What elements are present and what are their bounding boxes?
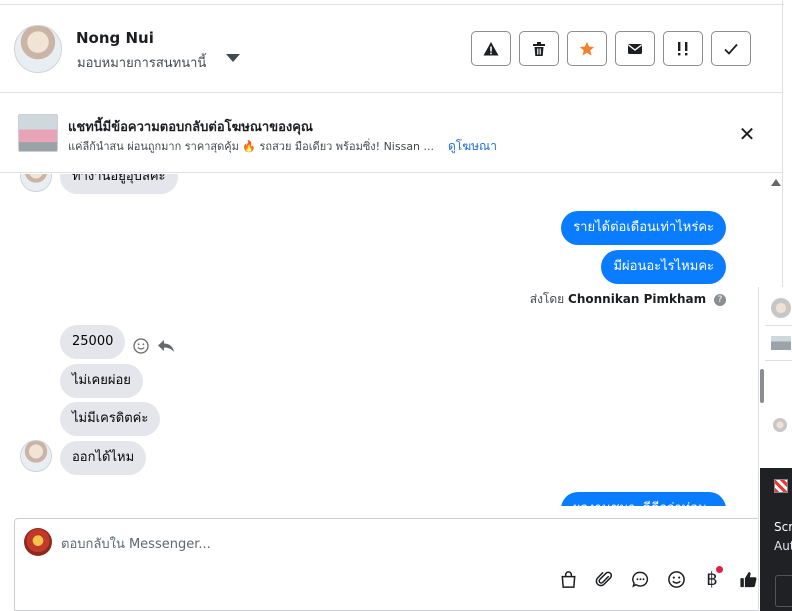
shopping-bag-button[interactable] bbox=[557, 568, 579, 590]
view-ad-link[interactable]: ดูโฆษณา bbox=[448, 137, 497, 156]
side-divider bbox=[765, 325, 792, 326]
ad-reply-banner: แชทนี้มีข้อความตอบกลับต่อโฆษณาของคุณ แค่… bbox=[0, 94, 782, 173]
done-button[interactable] bbox=[711, 31, 751, 66]
shopping-bag-icon bbox=[561, 570, 575, 588]
notification-dot bbox=[716, 566, 723, 573]
side-ad-thumbnail[interactable] bbox=[771, 336, 791, 350]
reply-composer: ฿ bbox=[14, 518, 770, 611]
react-emoji-icon[interactable] bbox=[133, 338, 149, 354]
message-incoming[interactable]: ไม่เคยผ่อย bbox=[60, 364, 143, 398]
side-contact-avatar[interactable] bbox=[771, 298, 791, 318]
contact-avatar-small bbox=[20, 174, 52, 192]
scroll-up-arrow-icon[interactable] bbox=[770, 174, 782, 188]
star-button[interactable] bbox=[567, 31, 607, 66]
ad-banner-title: แชทนี้มีข้อความตอบกลับต่อโฆษณาของคุณ bbox=[68, 120, 313, 135]
sent-by-label: ส่งโดย Chonnikan Pimkham ? bbox=[530, 290, 726, 309]
message-thread[interactable]: ทำงานอยู่อุบลค่ะ รายได้ต่อเดือนเท่าไหร่ค… bbox=[0, 174, 770, 506]
help-icon[interactable]: ? bbox=[714, 294, 726, 306]
envelope-icon bbox=[628, 43, 642, 54]
message-incoming[interactable]: ออกได้ไหม bbox=[60, 441, 147, 475]
message-incoming[interactable]: ไม่มีเครดิตค่ะ bbox=[60, 402, 161, 436]
contact-avatar-small bbox=[20, 440, 52, 472]
message-incoming[interactable]: ทำงานอยู่อุบลค่ะ bbox=[60, 174, 178, 194]
side-notification-button[interactable] bbox=[775, 575, 792, 607]
chevron-down-icon[interactable] bbox=[226, 54, 240, 62]
payment-button[interactable]: ฿ bbox=[701, 566, 723, 590]
ad-thumbnail[interactable] bbox=[18, 114, 58, 152]
ad-banner-description: แค่ลีก้นำสน ผ่อนถูกมาก ราคาสุดคุ้ม 🔥 รถส… bbox=[68, 140, 435, 153]
side-notification-text: Scr bbox=[774, 520, 792, 534]
app-logo-icon bbox=[774, 479, 788, 493]
side-inbox-panel: Scr Aut bbox=[758, 287, 792, 611]
message-outgoing[interactable]: มีผ่อนอะไรไหมคะ bbox=[601, 250, 726, 284]
message-outgoing[interactable]: รายได้ต่อเดือนเท่าไหร่คะ bbox=[561, 211, 726, 245]
star-icon bbox=[579, 41, 595, 56]
messenger-conversation-panel: Nong Nui มอบหมายการสนทนานี้ แชทนี้มีข้อค… bbox=[0, 0, 792, 611]
side-scrollbar[interactable] bbox=[760, 369, 764, 403]
message-incoming[interactable]: 25000 bbox=[60, 325, 126, 359]
message-outgoing[interactable]: ผลงานชมาะดีดีกว่าท่อนะ bbox=[560, 492, 726, 506]
sent-by-prefix: ส่งโดย bbox=[529, 292, 565, 306]
trash-icon bbox=[533, 41, 545, 56]
contact-name[interactable]: Nong Nui bbox=[76, 29, 154, 47]
close-icon[interactable]: ✕ bbox=[737, 124, 757, 144]
paperclip-icon bbox=[595, 571, 612, 586]
side-notification-card[interactable]: Scr Aut bbox=[760, 468, 792, 611]
thumbs-up-icon bbox=[739, 571, 756, 587]
page-avatar bbox=[24, 528, 52, 556]
report-button[interactable] bbox=[471, 31, 511, 66]
saved-replies-button[interactable] bbox=[629, 568, 651, 590]
contact-avatar[interactable] bbox=[14, 25, 62, 73]
sent-by-agent: Chonnikan Pimkham bbox=[568, 292, 707, 306]
emoji-icon bbox=[667, 570, 685, 588]
attach-button[interactable] bbox=[593, 568, 615, 590]
reply-input[interactable] bbox=[61, 533, 661, 555]
mail-button[interactable] bbox=[615, 31, 655, 66]
checkmark-icon bbox=[724, 43, 738, 55]
side-divider bbox=[765, 360, 792, 361]
side-contact-avatar[interactable] bbox=[773, 418, 787, 432]
conversation-header: Nong Nui มอบหมายการสนทนานี้ bbox=[0, 5, 782, 93]
exclamation-icon bbox=[678, 41, 688, 55]
delete-button[interactable] bbox=[519, 31, 559, 66]
warning-icon bbox=[483, 41, 499, 55]
mark-urgent-button[interactable] bbox=[663, 31, 703, 66]
like-button[interactable] bbox=[737, 568, 759, 590]
emoji-button[interactable] bbox=[665, 568, 687, 590]
assign-conversation-label[interactable]: มอบหมายการสนทนานี้ bbox=[77, 52, 206, 73]
side-notification-subtext: Aut bbox=[774, 539, 792, 553]
reply-arrow-icon[interactable] bbox=[157, 338, 175, 354]
chat-bubble-icon bbox=[631, 571, 648, 588]
